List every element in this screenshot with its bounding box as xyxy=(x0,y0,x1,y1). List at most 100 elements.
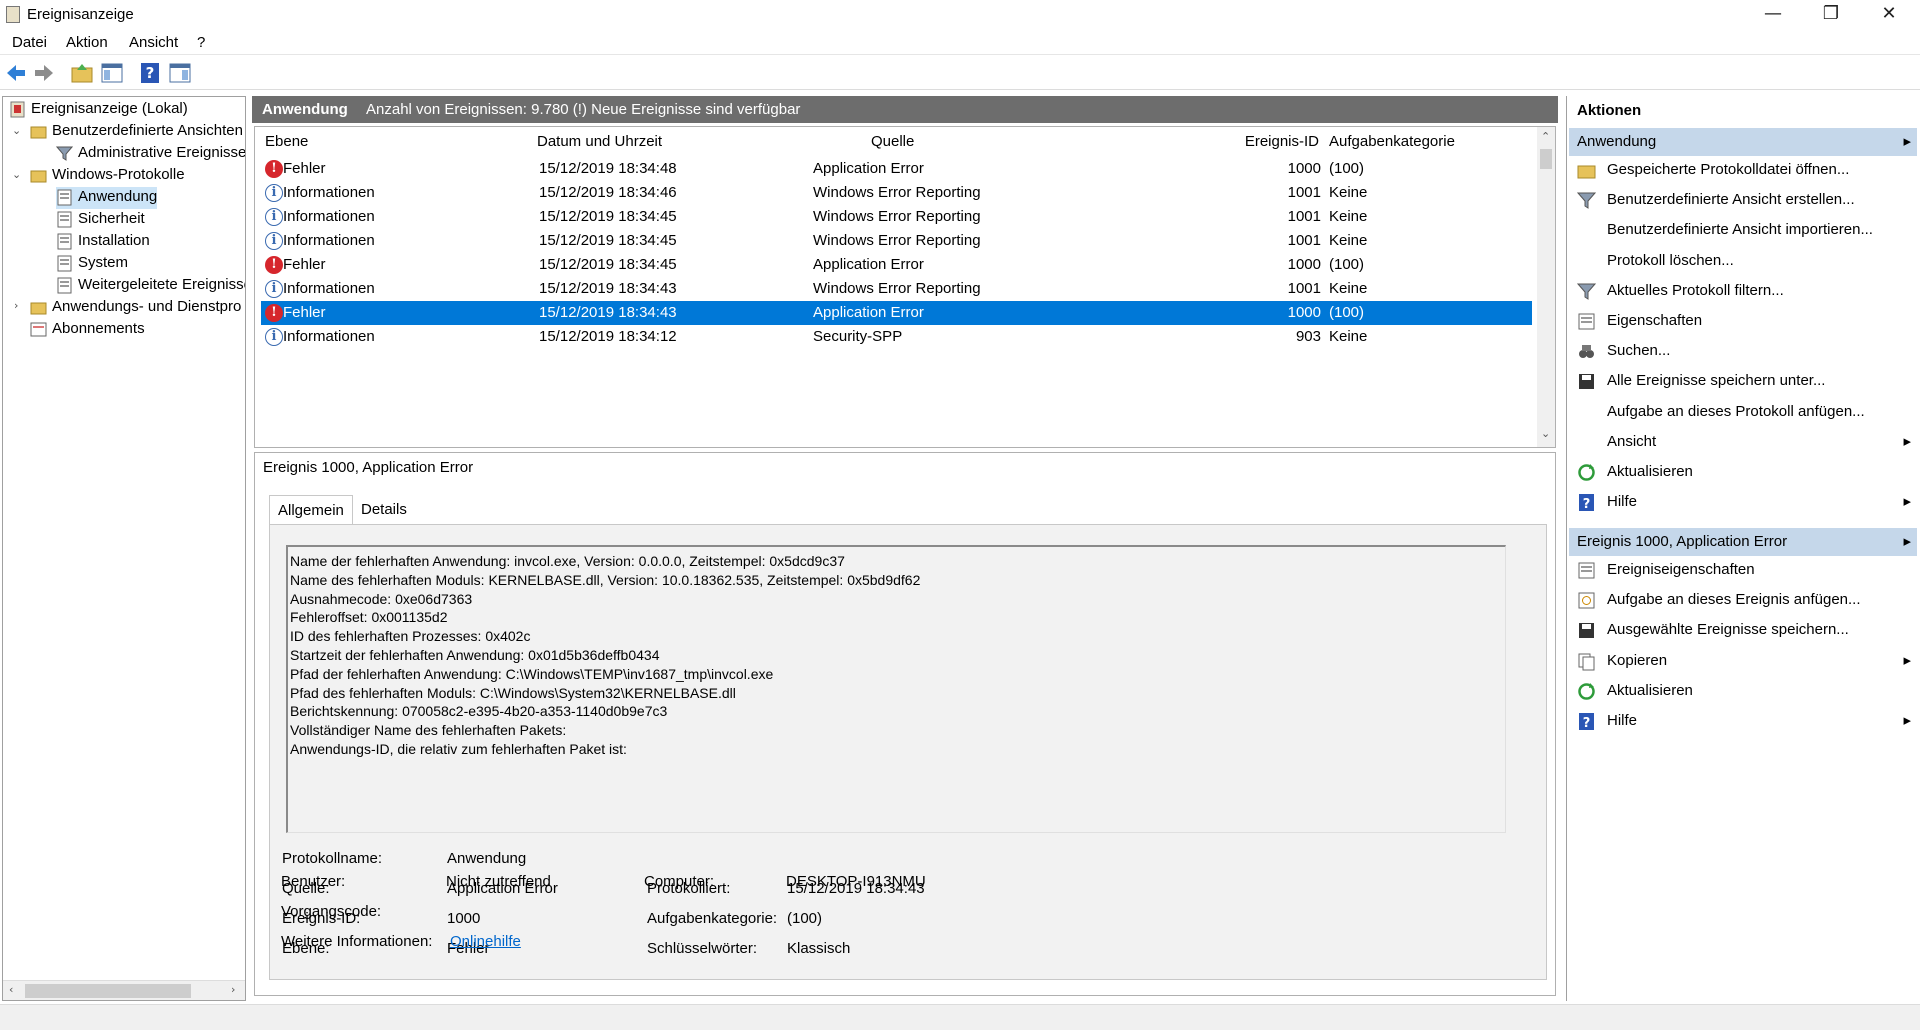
actions-section-anwendung[interactable]: Anwendung ▸ xyxy=(1569,128,1917,156)
help-icon[interactable]: ? xyxy=(138,61,162,85)
action-item[interactable]: Alle Ereignisse speichern unter... xyxy=(1569,369,1917,395)
title-bar: Ereignisanzeige — ❐ ✕ xyxy=(0,0,1920,30)
show-hide-tree-icon[interactable] xyxy=(100,61,124,85)
menu-datei[interactable]: Datei xyxy=(12,34,47,51)
show-hide-action-pane-icon[interactable] xyxy=(168,61,192,85)
action-item[interactable]: Suchen... xyxy=(1569,339,1917,365)
action-item[interactable]: Benutzerdefinierte Ansicht importieren..… xyxy=(1569,218,1917,244)
column-header-event-id[interactable]: Ereignis-ID xyxy=(1225,133,1319,150)
minimize-button[interactable]: — xyxy=(1744,0,1802,30)
menu-aktion[interactable]: Aktion xyxy=(66,34,108,51)
folder-icon xyxy=(30,126,47,139)
scrollbar-thumb[interactable] xyxy=(25,984,191,998)
table-vertical-scrollbar[interactable]: ⌃ ⌄ xyxy=(1537,127,1555,447)
tree-horizontal-scrollbar[interactable]: ‹ › xyxy=(3,980,245,1000)
table-cell-level: Informationen xyxy=(283,280,375,297)
up-folder-icon[interactable] xyxy=(70,61,94,85)
tree-setup[interactable]: Installation xyxy=(56,231,150,253)
event-description[interactable]: Name der fehlerhaften Anwendung: invcol.… xyxy=(286,545,1506,833)
tree-custom-views[interactable]: Benutzerdefinierte Ansichten xyxy=(30,121,243,143)
table-row[interactable]: i Informationen 15/12/2019 18:34:12 Securit… xyxy=(261,325,1532,349)
description-line: Startzeit der fehlerhaften Anwendung: 0x… xyxy=(290,646,660,663)
tab-details[interactable]: Details xyxy=(353,495,415,525)
copy-icon xyxy=(1578,653,1595,671)
column-header-task-category[interactable]: Aufgabenkategorie xyxy=(1329,133,1455,150)
action-item[interactable]: Aktuelles Protokoll filtern... xyxy=(1569,279,1917,305)
table-row[interactable]: i Informationen 15/12/2019 18:34:43 Windows… xyxy=(261,277,1532,301)
expand-chevron-icon[interactable]: ⌄ xyxy=(12,124,21,137)
action-item[interactable]: ? Hilfe ▸ xyxy=(1569,709,1917,735)
tab-allgemein[interactable]: Allgemein xyxy=(269,495,353,525)
scroll-right-icon[interactable]: › xyxy=(231,983,235,996)
action-item[interactable]: Ausgewählte Ereignisse speichern... xyxy=(1569,618,1917,644)
action-label: Aktualisieren xyxy=(1607,463,1693,480)
table-row[interactable]: i Informationen 15/12/2019 18:34:45 Windows… xyxy=(261,205,1532,229)
actions-section-event[interactable]: Ereignis 1000, Application Error ▸ xyxy=(1569,528,1917,556)
table-row[interactable]: ! Fehler 15/12/2019 18:34:45 Application Er… xyxy=(261,253,1532,277)
forward-arrow-icon[interactable] xyxy=(32,61,56,85)
action-label: Kopieren xyxy=(1607,651,1668,669)
menu-ansicht[interactable]: Ansicht xyxy=(129,34,178,51)
table-cell-level: Informationen xyxy=(283,184,375,201)
tree-setup-label: Installation xyxy=(78,232,150,249)
table-cell-event-id: 1001 xyxy=(1287,184,1321,201)
tree-application-label: Anwendung xyxy=(78,188,158,205)
action-item[interactable]: Gespeicherte Protokolldatei öffnen... xyxy=(1569,158,1917,184)
task-icon xyxy=(1578,592,1595,609)
tree-admin-events[interactable]: Administrative Ereignisse xyxy=(56,143,245,165)
keywords-label: Schlüsselwörter: xyxy=(647,940,758,957)
scroll-left-icon[interactable]: ‹ xyxy=(9,983,13,996)
tree-root[interactable]: Ereignisanzeige (Lokal) xyxy=(9,99,188,121)
scrollbar-thumb[interactable] xyxy=(1540,149,1552,169)
action-item[interactable]: Benutzerdefinierte Ansicht erstellen... xyxy=(1569,188,1917,214)
table-cell-source: Windows Error Reporting xyxy=(813,280,981,297)
action-item[interactable]: Ansicht ▸ xyxy=(1569,430,1917,456)
action-label: Gespeicherte Protokolldatei öffnen... xyxy=(1607,161,1850,178)
online-help-link[interactable]: Onlinehilfe xyxy=(450,933,521,950)
action-item[interactable]: Aufgabe an dieses Protokoll anfügen... xyxy=(1569,400,1917,426)
expand-chevron-icon[interactable]: ⌄ xyxy=(12,168,21,181)
tree-subscriptions[interactable]: Abonnements xyxy=(30,319,145,341)
action-item[interactable]: Eigenschaften xyxy=(1569,309,1917,335)
table-row[interactable]: ! Fehler 15/12/2019 18:34:43 Application Er… xyxy=(261,301,1532,325)
action-item[interactable]: Aktualisieren xyxy=(1569,460,1917,486)
log-icon xyxy=(57,211,72,228)
table-cell-event-id: 1000 xyxy=(1287,160,1321,177)
action-item[interactable]: Ereigniseigenschaften xyxy=(1569,558,1917,584)
tree-app-services[interactable]: Anwendungs- und Dienstpro xyxy=(30,297,241,319)
table-cell-task-category: Keine xyxy=(1329,208,1368,225)
action-item[interactable]: Kopieren ▸ xyxy=(1569,649,1917,675)
action-item[interactable]: Protokoll löschen... xyxy=(1569,249,1917,275)
action-item[interactable]: ? Hilfe ▸ xyxy=(1569,490,1917,516)
back-arrow-icon[interactable] xyxy=(4,61,28,85)
action-label: Ereigniseigenschaften xyxy=(1607,561,1755,578)
filter-icon xyxy=(1577,283,1596,300)
scroll-down-icon[interactable]: ⌄ xyxy=(1541,427,1550,440)
info-icon: i xyxy=(265,328,283,346)
table-row[interactable]: i Informationen 15/12/2019 18:34:46 Windows… xyxy=(261,181,1532,205)
svg-text:?: ? xyxy=(1583,497,1591,512)
column-header-source[interactable]: Quelle xyxy=(871,133,914,150)
table-cell-source: Windows Error Reporting xyxy=(813,208,981,225)
action-item[interactable]: Aufgabe an dieses Ereignis anfügen... xyxy=(1569,588,1917,614)
submenu-arrow-icon: ▸ xyxy=(1903,432,1911,450)
tree-application[interactable]: Anwendung xyxy=(56,187,158,209)
action-item[interactable]: Aktualisieren xyxy=(1569,679,1917,705)
maximize-button[interactable]: ❐ xyxy=(1802,0,1860,30)
table-cell-level: Informationen xyxy=(283,328,375,345)
table-cell-source: Application Error xyxy=(813,160,924,177)
menu-help[interactable]: ? xyxy=(197,34,205,51)
tree-forwarded-events[interactable]: Weitergeleitete Ereignisse xyxy=(56,275,245,297)
table-row[interactable]: ! Fehler 15/12/2019 18:34:48 Application Er… xyxy=(261,157,1532,181)
tree-security[interactable]: Sicherheit xyxy=(56,209,145,231)
collapse-chevron-icon[interactable]: › xyxy=(14,299,18,312)
table-row[interactable]: i Informationen 15/12/2019 18:34:45 Windows… xyxy=(261,229,1532,253)
tree-windows-logs-label: Windows-Protokolle xyxy=(52,166,185,183)
scroll-up-icon[interactable]: ⌃ xyxy=(1541,130,1550,143)
close-button[interactable]: ✕ xyxy=(1860,0,1918,30)
tree-windows-logs[interactable]: Windows-Protokolle xyxy=(30,165,185,187)
column-header-level[interactable]: Ebene xyxy=(265,133,308,150)
tree-system[interactable]: System xyxy=(56,253,128,275)
table-cell-source: Windows Error Reporting xyxy=(813,232,981,249)
column-header-date[interactable]: Datum und Uhrzeit xyxy=(537,133,662,150)
